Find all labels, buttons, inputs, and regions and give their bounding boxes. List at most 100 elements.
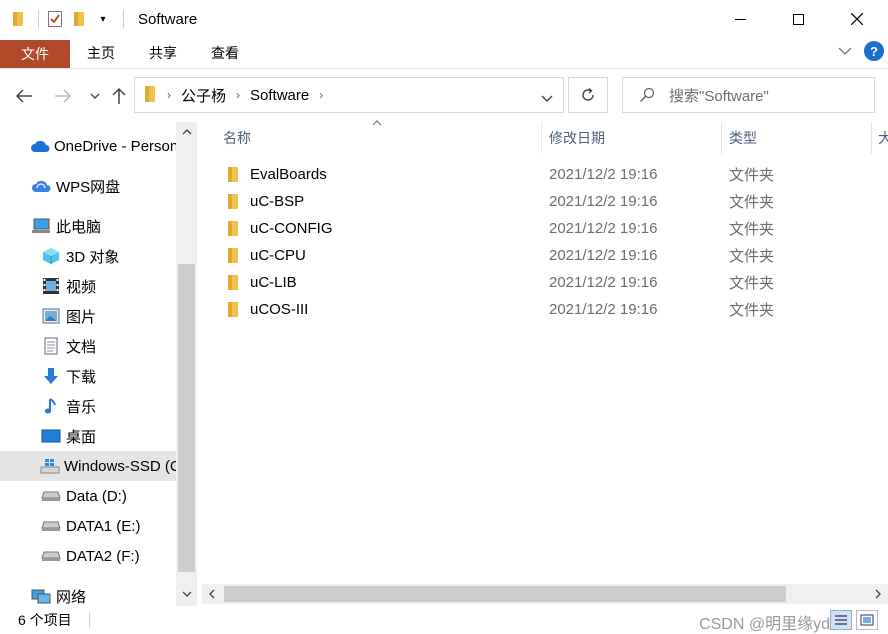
download-icon <box>40 366 62 386</box>
file-type: 文件夹 <box>729 194 775 211</box>
up-button[interactable] <box>108 83 130 109</box>
music-icon <box>40 396 62 416</box>
scrollbar-thumb[interactable] <box>224 586 786 602</box>
table-row[interactable]: uC-CPU 2021/12/2 19:16 文件夹 <box>198 242 888 269</box>
search-input[interactable]: 搜索"Software" <box>622 77 875 113</box>
maximize-button[interactable] <box>769 0 827 38</box>
file-date: 2021/12/2 19:16 <box>549 193 658 210</box>
column-divider[interactable] <box>541 122 542 154</box>
table-row[interactable]: uCOS-III 2021/12/2 19:16 文件夹 <box>198 296 888 323</box>
tab-share[interactable]: 共享 <box>132 38 194 68</box>
column-header-type[interactable]: 类型 <box>729 122 757 154</box>
details-view-icon <box>835 615 847 625</box>
sidebar-item-downloads[interactable]: 下载 <box>40 361 176 391</box>
sidebar-item-label: Windows-SSD (C:) <box>64 457 176 475</box>
expand-ribbon-icon[interactable] <box>838 43 852 59</box>
sidebar-item-videos[interactable]: 视频 <box>40 271 176 301</box>
breadcrumb-item-software[interactable]: Software <box>250 87 309 104</box>
file-date: 2021/12/2 19:16 <box>549 166 658 183</box>
title-divider <box>123 10 124 28</box>
column-divider[interactable] <box>721 122 722 154</box>
sidebar-item-music[interactable]: 音乐 <box>40 391 176 421</box>
file-date: 2021/12/2 19:16 <box>549 220 658 237</box>
sidebar-item-3d-objects[interactable]: 3D 对象 <box>40 241 176 271</box>
wps-cloud-icon <box>30 176 52 196</box>
folder-icon <box>226 274 240 295</box>
horizontal-scrollbar[interactable] <box>202 584 888 604</box>
video-icon <box>40 276 62 296</box>
address-dropdown-icon[interactable] <box>541 90 553 106</box>
scroll-up-icon[interactable] <box>176 122 197 142</box>
forward-arrow-icon <box>55 89 72 103</box>
breadcrumb-chevron-icon: › <box>167 88 171 102</box>
scroll-right-icon[interactable] <box>868 584 888 604</box>
refresh-button[interactable] <box>568 77 608 113</box>
sidebar-item-onedrive[interactable]: OneDrive - Personal <box>30 131 176 161</box>
file-type: 文件夹 <box>729 275 775 292</box>
customize-toolbar-icon[interactable]: ▾ <box>95 9 111 29</box>
column-header-name[interactable]: 名称 <box>223 122 251 154</box>
sidebar-item-f-drive[interactable]: DATA2 (F:) <box>40 541 176 571</box>
table-row[interactable]: uC-CONFIG 2021/12/2 19:16 文件夹 <box>198 215 888 242</box>
tab-file[interactable]: 文件 <box>0 40 70 68</box>
breadcrumb-item-user[interactable]: 公子杨 <box>181 85 226 106</box>
column-divider[interactable] <box>871 122 872 154</box>
item-count: 6 个项目 <box>18 612 72 628</box>
recent-locations-button[interactable] <box>84 83 106 109</box>
sidebar-item-documents[interactable]: 文档 <box>40 331 176 361</box>
windows-drive-icon <box>40 456 60 476</box>
back-arrow-icon <box>15 89 32 103</box>
new-folder-icon[interactable] <box>71 9 87 29</box>
file-type: 文件夹 <box>729 167 775 184</box>
tab-view[interactable]: 查看 <box>194 38 256 68</box>
table-row[interactable]: uC-BSP 2021/12/2 19:16 文件夹 <box>198 188 888 215</box>
file-name: uC-LIB <box>250 274 297 291</box>
back-button[interactable] <box>13 83 35 109</box>
folder-icon <box>226 301 240 322</box>
folder-icon <box>143 85 157 106</box>
sidebar-item-wps[interactable]: WPS网盘 <box>30 171 176 201</box>
sidebar-item-this-pc[interactable]: 此电脑 <box>30 211 176 241</box>
folder-icon <box>226 166 240 187</box>
forward-button[interactable] <box>52 83 74 109</box>
quick-access-toolbar: ▾ <box>0 0 132 38</box>
column-header-date[interactable]: 修改日期 <box>549 122 605 154</box>
file-list: 名称 修改日期 类型 大小 EvalBoards 2021/12/2 19:16… <box>198 120 888 584</box>
table-row[interactable]: uC-LIB 2021/12/2 19:16 文件夹 <box>198 269 888 296</box>
navigation-pane: OneDrive - Personal WPS网盘 此电脑 3D 对象 视频 图… <box>0 122 198 606</box>
minimize-button[interactable] <box>711 0 769 38</box>
picture-icon <box>40 306 62 326</box>
scrollbar-thumb[interactable] <box>178 264 195 572</box>
help-icon[interactable]: ? <box>864 41 884 61</box>
scroll-left-icon[interactable] <box>202 584 222 604</box>
network-icon <box>30 586 52 606</box>
search-icon <box>639 87 655 103</box>
file-name: uC-CPU <box>250 247 306 264</box>
sidebar-item-d-drive[interactable]: Data (D:) <box>40 481 176 511</box>
file-date: 2021/12/2 19:16 <box>549 301 658 318</box>
sidebar-item-label: 桌面 <box>66 428 97 446</box>
tab-home[interactable]: 主页 <box>70 38 132 68</box>
close-button[interactable] <box>828 0 886 38</box>
ribbon-controls: ? <box>838 41 884 61</box>
address-bar[interactable]: › 公子杨 › Software › <box>134 77 564 113</box>
minimize-icon <box>734 18 746 20</box>
sidebar-item-label: DATA2 (F:) <box>66 547 140 565</box>
details-view-button[interactable] <box>830 610 852 630</box>
sidebar-item-pictures[interactable]: 图片 <box>40 301 176 331</box>
sidebar-item-c-drive[interactable]: Windows-SSD (C:) <box>0 451 176 481</box>
sidebar-item-label: 网络 <box>56 588 87 606</box>
sidebar-item-label: 此电脑 <box>56 218 102 236</box>
large-icons-view-button[interactable] <box>856 610 878 630</box>
column-header-size[interactable]: 大小 <box>878 122 888 154</box>
file-date: 2021/12/2 19:16 <box>549 274 658 291</box>
toolbar-divider <box>38 10 39 28</box>
table-row[interactable]: EvalBoards 2021/12/2 19:16 文件夹 <box>198 161 888 188</box>
sidebar-item-e-drive[interactable]: DATA1 (E:) <box>40 511 176 541</box>
breadcrumb-chevron-icon: › <box>236 88 241 102</box>
close-icon <box>851 13 863 25</box>
properties-icon[interactable] <box>47 9 63 29</box>
sidebar-scrollbar[interactable] <box>176 122 197 606</box>
sidebar-item-desktop[interactable]: 桌面 <box>40 421 176 451</box>
scroll-down-icon[interactable] <box>176 584 197 604</box>
